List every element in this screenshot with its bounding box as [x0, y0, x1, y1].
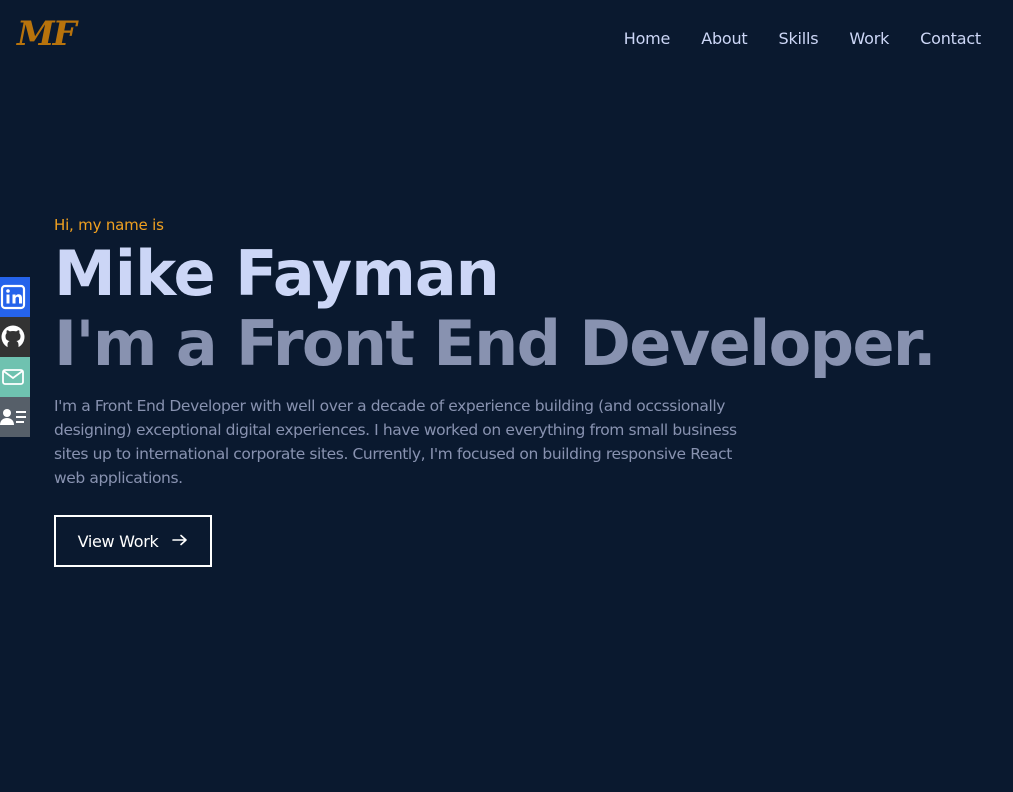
hero-bio: I'm a Front End Developer with well over…	[54, 397, 737, 487]
linkedin-icon	[0, 284, 26, 310]
github-icon	[1, 325, 25, 350]
page: MF Home About Skills Work Contact Hi, my…	[0, 0, 1013, 792]
nav-item-skills[interactable]: Skills	[779, 29, 819, 49]
nav-item-home[interactable]: Home	[624, 29, 671, 49]
social-github-link[interactable]	[0, 317, 30, 357]
hero-role: I'm a Front End Developer.	[54, 307, 937, 380]
nav-item-work[interactable]: Work	[849, 29, 889, 49]
social-linkedin-link[interactable]	[0, 277, 30, 317]
logo[interactable]: MF	[17, 17, 77, 51]
social-bar	[0, 277, 30, 437]
hero-name: Mike Fayman	[54, 237, 500, 310]
nav-item-contact[interactable]: Contact	[920, 29, 981, 49]
email-icon	[2, 369, 24, 385]
nav-item-about[interactable]: About	[701, 29, 748, 49]
main-nav: Home About Skills Work Contact	[624, 29, 981, 49]
greeting-text: Hi, my name is	[54, 216, 164, 234]
view-work-label: View Work	[77, 531, 159, 551]
social-resume-link[interactable]	[0, 397, 30, 437]
hero: Hi, my name is Mike Fayman I'm a Front E…	[54, 215, 937, 567]
resume-icon	[0, 409, 26, 425]
view-work-button[interactable]: View Work	[54, 515, 212, 567]
social-email-link[interactable]	[0, 357, 30, 397]
arrow-right-icon	[172, 533, 188, 549]
